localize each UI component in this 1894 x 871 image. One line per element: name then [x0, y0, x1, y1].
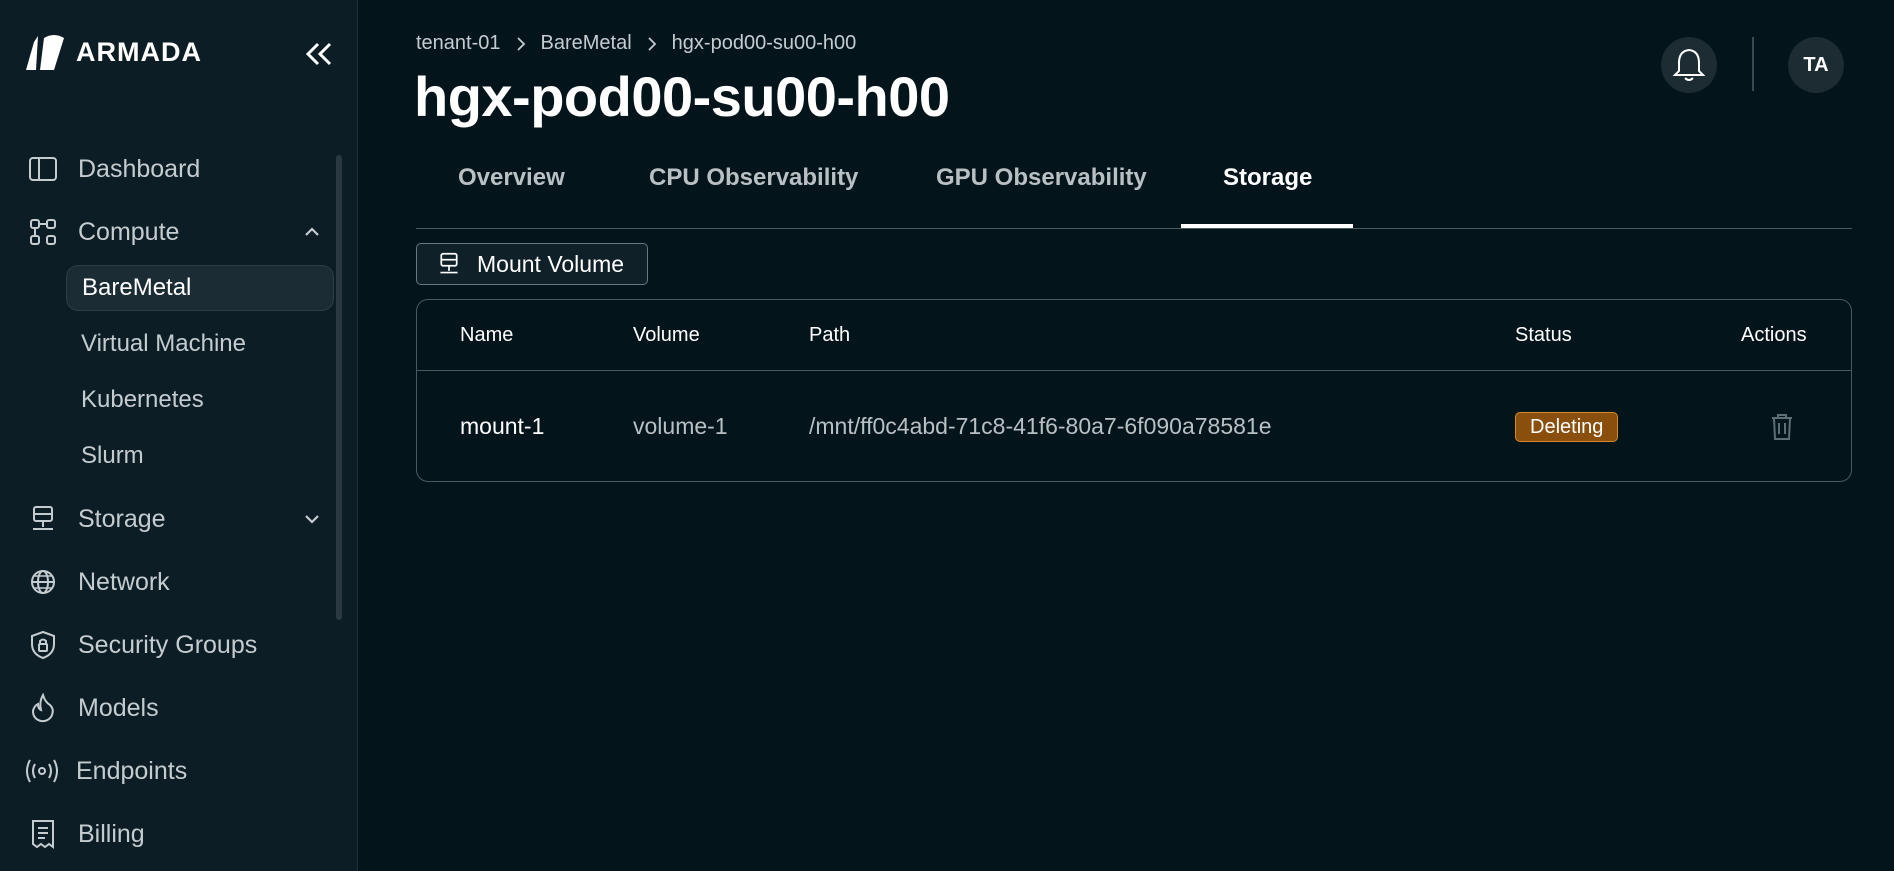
page-title: hgx-pod00-su00-h00 [414, 65, 950, 128]
chevron-right-icon [515, 36, 527, 51]
collapse-sidebar-button[interactable] [300, 36, 336, 72]
shield-lock-icon [28, 630, 58, 660]
column-header-name[interactable]: Name [460, 324, 513, 347]
sidebar-item-compute[interactable]: Compute [28, 212, 328, 252]
brand-name: ARMADA [76, 36, 202, 67]
broadcast-icon [24, 756, 60, 786]
column-header-volume[interactable]: Volume [633, 324, 700, 347]
delete-button[interactable] [1769, 412, 1795, 442]
column-header-actions: Actions [1741, 324, 1807, 346]
sidebar-item-virtual-machine[interactable]: Virtual Machine [66, 321, 334, 367]
column-header-path[interactable]: Path [809, 324, 850, 347]
tab-bar: Overview CPU Observability GPU Observabi… [416, 150, 1852, 229]
sidebar-item-label: Endpoints [76, 756, 188, 785]
breadcrumb-current: hgx-pod00-su00-h00 [671, 32, 857, 54]
server-icon [28, 504, 58, 534]
globe-icon [28, 567, 58, 597]
tab-cpu-observability[interactable]: CPU Observability [649, 164, 858, 192]
sidebar-item-billing[interactable]: Billing [28, 814, 145, 854]
sidebar-item-label: Storage [78, 504, 166, 533]
sidebar-item-label: Billing [78, 819, 145, 848]
sidebar-item-label: Compute [78, 217, 180, 246]
breadcrumb-item[interactable]: BareMetal [541, 32, 632, 55]
sidebar-item-label: BareMetal [82, 274, 192, 301]
breadcrumb: tenant-01 BareMetal hgx-pod00-su00-h00 [416, 32, 856, 55]
sidebar-item-slurm[interactable]: Slurm [66, 433, 334, 479]
sidebar-scrollbar[interactable] [336, 155, 342, 620]
sidebar: ARMADA Dashboard Compute BareMetal Virtu… [0, 0, 358, 871]
cell-path: /mnt/ff0c4abd-71c8-41f6-80a7-6f090a78581… [809, 413, 1272, 439]
mount-volume-button[interactable]: Mount Volume [416, 243, 648, 285]
logo: ARMADA [24, 32, 202, 72]
status-badge: Deleting [1515, 412, 1619, 442]
trash-icon [1772, 414, 1792, 440]
avatar[interactable]: TA [1788, 37, 1844, 93]
mount-volume-label: Mount Volume [477, 250, 625, 277]
sidebar-item-baremetal[interactable]: BareMetal [66, 265, 334, 311]
column-header-status[interactable]: Status [1515, 324, 1572, 347]
sidebar-item-label: Virtual Machine [81, 330, 246, 357]
sidebar-item-storage[interactable]: Storage [28, 499, 328, 539]
sidebar-item-label: Kubernetes [81, 386, 204, 413]
breadcrumb-item[interactable]: tenant-01 [416, 32, 501, 55]
sidebar-item-kubernetes[interactable]: Kubernetes [66, 377, 334, 423]
notifications-button[interactable] [1661, 37, 1717, 93]
sidebar-item-label: Security Groups [78, 630, 258, 659]
table-header: Name Volume Path Status Actions [417, 300, 1851, 371]
header-divider [1752, 37, 1754, 91]
sidebar-item-label: Network [78, 567, 170, 596]
sidebar-item-endpoints[interactable]: Endpoints [24, 751, 187, 791]
cell-volume: volume-1 [633, 413, 728, 439]
sidebar-item-dashboard[interactable]: Dashboard [28, 149, 200, 189]
sidebar-item-label: Dashboard [78, 154, 201, 183]
chevron-right-icon [646, 36, 658, 51]
mounts-table: Name Volume Path Status Actions mount-1 … [416, 299, 1852, 482]
nodes-icon [28, 217, 58, 247]
tab-gpu-observability[interactable]: GPU Observability [936, 164, 1147, 192]
active-tab-indicator [1181, 224, 1353, 228]
server-icon [437, 252, 461, 276]
tab-overview[interactable]: Overview [458, 164, 565, 192]
flame-icon [28, 693, 58, 723]
sidebar-item-label: Models [78, 693, 159, 722]
sidebar-item-network[interactable]: Network [28, 562, 170, 602]
sidebar-item-security-groups[interactable]: Security Groups [28, 625, 257, 665]
cell-name: mount-1 [460, 413, 545, 439]
sidebar-item-label: Slurm [81, 442, 144, 469]
bell-icon [1672, 48, 1706, 81]
receipt-icon [28, 819, 58, 849]
tab-storage[interactable]: Storage [1223, 164, 1312, 192]
armada-logo-icon [26, 35, 64, 70]
chevron-up-icon [305, 227, 319, 236]
sidebar-panel-icon [28, 154, 58, 184]
double-chevron-left-icon [305, 42, 332, 66]
chevron-down-icon [305, 515, 319, 524]
sidebar-item-models[interactable]: Models [28, 688, 159, 728]
